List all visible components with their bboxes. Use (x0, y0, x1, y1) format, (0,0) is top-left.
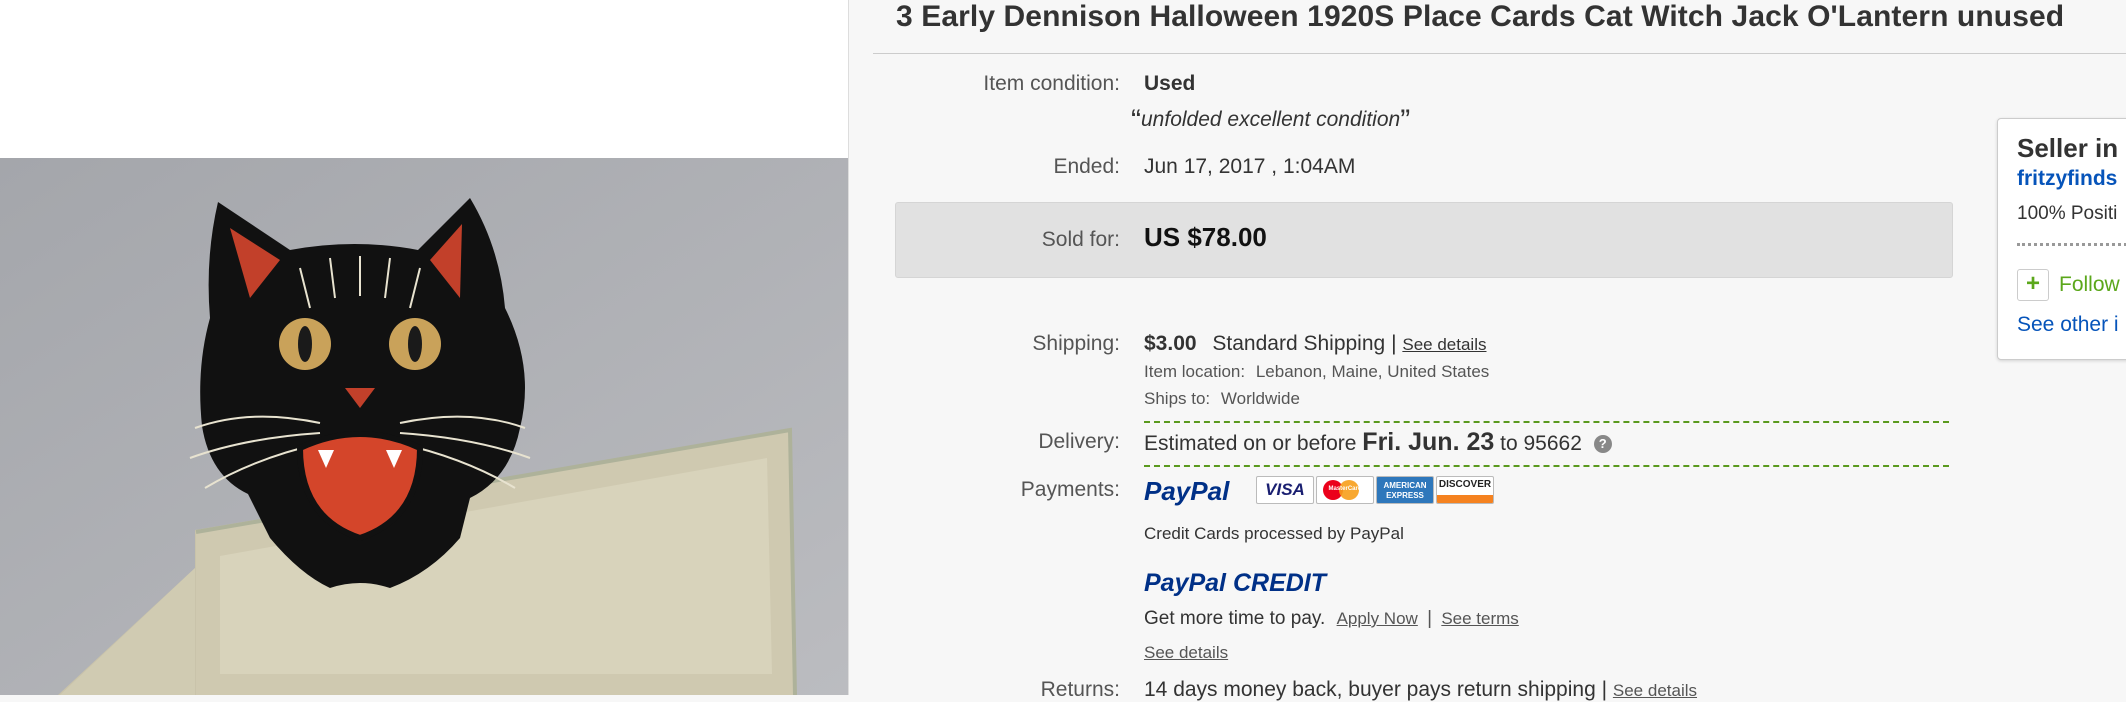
ships-to-label: Ships to: (1144, 389, 1211, 408)
delivery-to: to (1500, 432, 1518, 455)
seller-info-box: Seller in fritzyfinds 100% Positi + Foll… (1997, 118, 2126, 360)
close-quote: ” (1400, 104, 1411, 137)
delivery-label: Delivery: (1038, 430, 1120, 453)
item-location: Item location: Lebanon, Maine, United St… (1144, 362, 1489, 382)
condition-note: “unfolded excellent condition” (1131, 104, 1410, 138)
item-location-label: Item location: (1144, 362, 1246, 381)
delivery-line: Estimated on or before Fri. Jun. 23 to 9… (1144, 428, 1612, 457)
sold-for-price: US $78.00 (1144, 222, 1267, 252)
returns-see-details-link[interactable]: See details (1613, 681, 1697, 700)
amex-card-icon: AMERICAN EXPRESS (1376, 476, 1434, 504)
paypal-credit-logo-credit: CREDIT (1232, 569, 1327, 597)
delivery-top-dash (1144, 421, 1949, 423)
shipping-separator: | (1391, 332, 1397, 355)
delivery-prefix: Estimated on or before (1144, 432, 1357, 455)
ended-value: Jun 17, 2017 , 1:04AM (1144, 155, 1356, 178)
follow-button-label[interactable]: Follow (2059, 273, 2120, 297)
ships-to-value: Worldwide (1220, 389, 1300, 408)
shipping-see-details-link[interactable]: See details (1402, 335, 1486, 354)
open-quote: “ (1131, 104, 1141, 137)
credit-see-details: See details (1144, 640, 1228, 664)
paypal-credit-line: Get more time to pay. Apply Now | See te… (1144, 608, 1519, 630)
shipping-label: Shipping: (1032, 332, 1120, 355)
visa-card-icon: VISA (1256, 476, 1314, 504)
product-image[interactable] (0, 158, 848, 695)
follow-plus-icon[interactable]: + (2017, 269, 2049, 301)
delivery-bottom-dash (1144, 465, 1949, 467)
help-icon[interactable]: ? (1593, 435, 1612, 453)
discover-stripe (1437, 495, 1493, 503)
see-terms-link[interactable]: See terms (1441, 609, 1518, 628)
returns-value: 14 days money back, buyer pays return sh… (1144, 678, 1608, 701)
condition-label: Item condition: (983, 72, 1120, 95)
payment-logos: PayPal VISA MasterCard AMERICAN EXPRESS … (1144, 474, 1564, 506)
credit-see-details-link[interactable]: See details (1144, 643, 1228, 662)
image-pane (0, 0, 849, 695)
shipping-service: Standard Shipping (1212, 332, 1386, 355)
returns-line: 14 days money back, buyer pays return sh… (1144, 678, 1697, 702)
ended-label: Ended: (1053, 155, 1120, 178)
ships-to: Ships to: Worldwide (1144, 389, 1300, 409)
credit-tagline: Get more time to pay. (1144, 608, 1326, 629)
delivery-zip[interactable]: 95662 (1523, 432, 1581, 455)
returns-label: Returns: (1040, 678, 1120, 701)
paypal-credit-logo: PayPal CREDIT (1144, 569, 1326, 598)
item-details: 3 Early Dennison Halloween 1920S Place C… (873, 0, 2126, 701)
delivery-date: Fri. Jun. 23 (1362, 428, 1495, 456)
shipping-line: $3.00 Standard Shipping | See details (1144, 332, 1487, 356)
apply-now-link[interactable]: Apply Now (1337, 609, 1418, 628)
image-top-whitespace (0, 0, 848, 159)
visa-card-text: VISA (1265, 480, 1305, 499)
discover-card-icon: DISCOVER (1436, 476, 1494, 504)
seller-feedback: 100% Positi (2017, 203, 2118, 224)
discover-card-text: DISCOVER (1438, 479, 1492, 490)
shipping-price: $3.00 (1144, 332, 1197, 355)
item-location-value: Lebanon, Maine, United States (1255, 362, 1490, 381)
amex-card-text: AMERICAN EXPRESS (1383, 481, 1427, 500)
paypal-logo-text: PayPal (1144, 476, 1230, 506)
condition-value: Used (1144, 72, 1196, 95)
credit-separator: | (1427, 608, 1433, 629)
sold-for-label: Sold for: (1041, 228, 1120, 251)
see-other-items-link[interactable]: See other i (2017, 313, 2119, 337)
condition-note-text: unfolded excellent condition (1141, 108, 1401, 131)
payments-label: Payments: (1020, 478, 1120, 501)
listing-title: 3 Early Dennison Halloween 1920S Place C… (896, 0, 2065, 33)
mastercard-card-icon: MasterCard (1316, 476, 1374, 504)
seller-heading: Seller in (2017, 133, 2119, 163)
paypal-logo: PayPal (1144, 476, 1229, 507)
seller-name-link[interactable]: fritzyfinds (2017, 167, 2117, 191)
paypal-credit-logo-paypal: PayPal (1144, 569, 1227, 597)
credit-cards-note: Credit Cards processed by PayPal (1144, 524, 1404, 543)
seller-dotted-divider (2017, 243, 2126, 246)
title-divider (873, 53, 2126, 54)
mastercard-text: MasterCard (1328, 486, 1362, 492)
